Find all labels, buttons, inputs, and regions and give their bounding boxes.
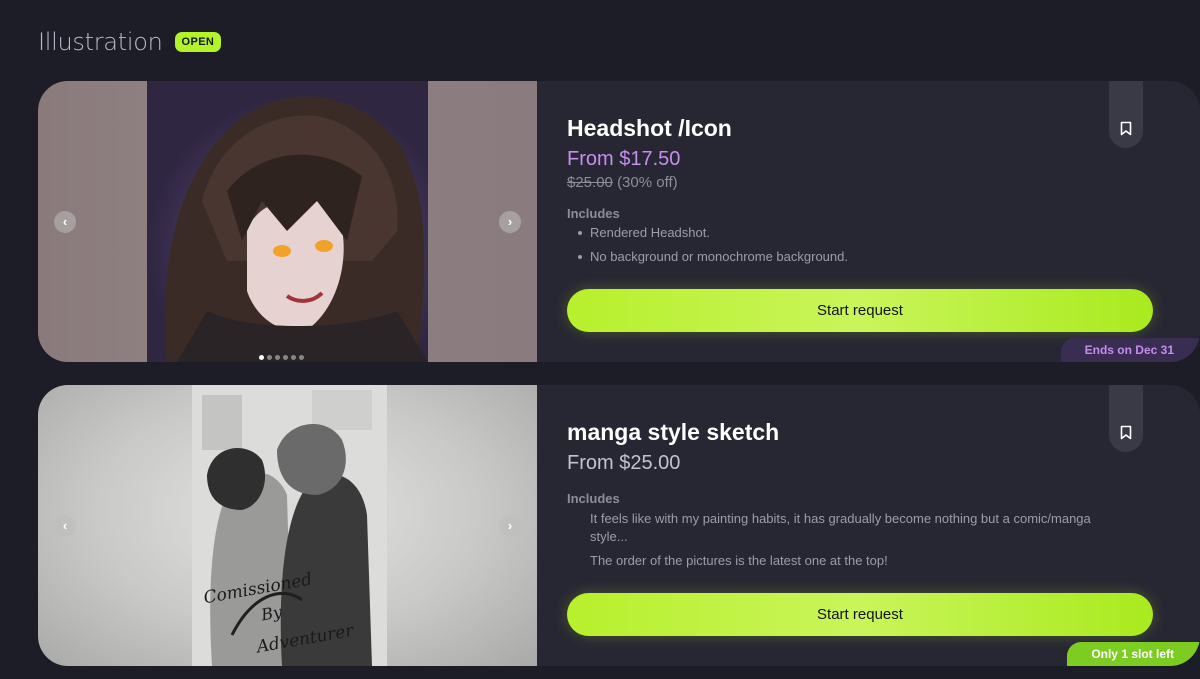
includes-label: Includes [567, 491, 620, 506]
price: From $25.00 [567, 452, 681, 474]
includes-item: The order of the pictures is the latest … [590, 552, 1130, 570]
gallery-prev-button[interactable]: ‹ [54, 514, 76, 537]
chevron-right-icon: › [507, 214, 513, 229]
bookmark-button[interactable] [1109, 81, 1143, 148]
gallery-next-button[interactable]: › [499, 514, 521, 537]
discount-label: (30% off) [617, 174, 678, 191]
card-title: Headshot /Icon [567, 115, 732, 141]
original-price: $25.00 [567, 174, 613, 191]
start-request-button[interactable]: Start request [567, 593, 1153, 636]
gallery-dot[interactable] [259, 355, 264, 360]
artwork-image[interactable] [147, 81, 428, 362]
gallery-dot[interactable] [299, 355, 304, 360]
image-gallery: Comissioned By Adventurer ‹ › [38, 385, 537, 666]
gallery-dots [259, 355, 304, 360]
includes-item: Rendered Headshot. [578, 224, 1130, 242]
deadline-tag: Ends on Dec 31 [1060, 338, 1200, 362]
section-title: Illustration [38, 28, 163, 56]
bookmark-button[interactable] [1109, 385, 1143, 452]
headshot-artwork [147, 81, 428, 362]
image-gallery: ‹ › [38, 81, 537, 362]
chevron-left-icon: ‹ [62, 518, 68, 533]
manga-sketch-artwork: Comissioned By Adventurer [192, 385, 387, 666]
card-details: Headshot /Icon From $17.50 $25.00 (30% o… [567, 81, 1157, 362]
commission-page: Illustration OPEN ‹ › Headshot /Icon Fro… [0, 0, 1200, 679]
commission-card: Comissioned By Adventurer ‹ › manga styl… [38, 385, 1200, 666]
svg-text:By: By [259, 602, 285, 625]
gallery-dot[interactable] [291, 355, 296, 360]
gallery-prev-button[interactable]: ‹ [54, 210, 76, 233]
gallery-next-button[interactable]: › [499, 210, 521, 233]
chevron-left-icon: ‹ [62, 214, 68, 229]
card-title: manga style sketch [567, 419, 780, 445]
list-fade [567, 571, 1157, 593]
gallery-dot[interactable] [275, 355, 280, 360]
includes-label: Includes [567, 206, 620, 221]
original-price-row: $25.00 (30% off) [567, 174, 678, 191]
includes-item: No background or monochrome background. [578, 248, 1130, 266]
gallery-dot[interactable] [267, 355, 272, 360]
sale-price: From $17.50 [567, 148, 681, 170]
slots-left-tag: Only 1 slot left [1067, 642, 1200, 666]
chevron-right-icon: › [507, 518, 513, 533]
bookmark-icon [1120, 425, 1132, 440]
card-details: manga style sketch From $25.00 Includes … [567, 385, 1157, 666]
section-header: Illustration OPEN [38, 28, 222, 56]
includes-item: It feels like with my painting habits, i… [590, 510, 1130, 546]
bookmark-icon [1120, 121, 1132, 136]
gallery-dot[interactable] [283, 355, 288, 360]
includes-list: Rendered Headshot. No background or mono… [578, 224, 1130, 272]
artwork-image[interactable]: Comissioned By Adventurer [192, 385, 387, 666]
start-request-button[interactable]: Start request [567, 289, 1153, 332]
status-badge: OPEN [174, 32, 222, 52]
commission-card: ‹ › Headshot /Icon From $17.50 $25.00 (3… [38, 81, 1200, 362]
